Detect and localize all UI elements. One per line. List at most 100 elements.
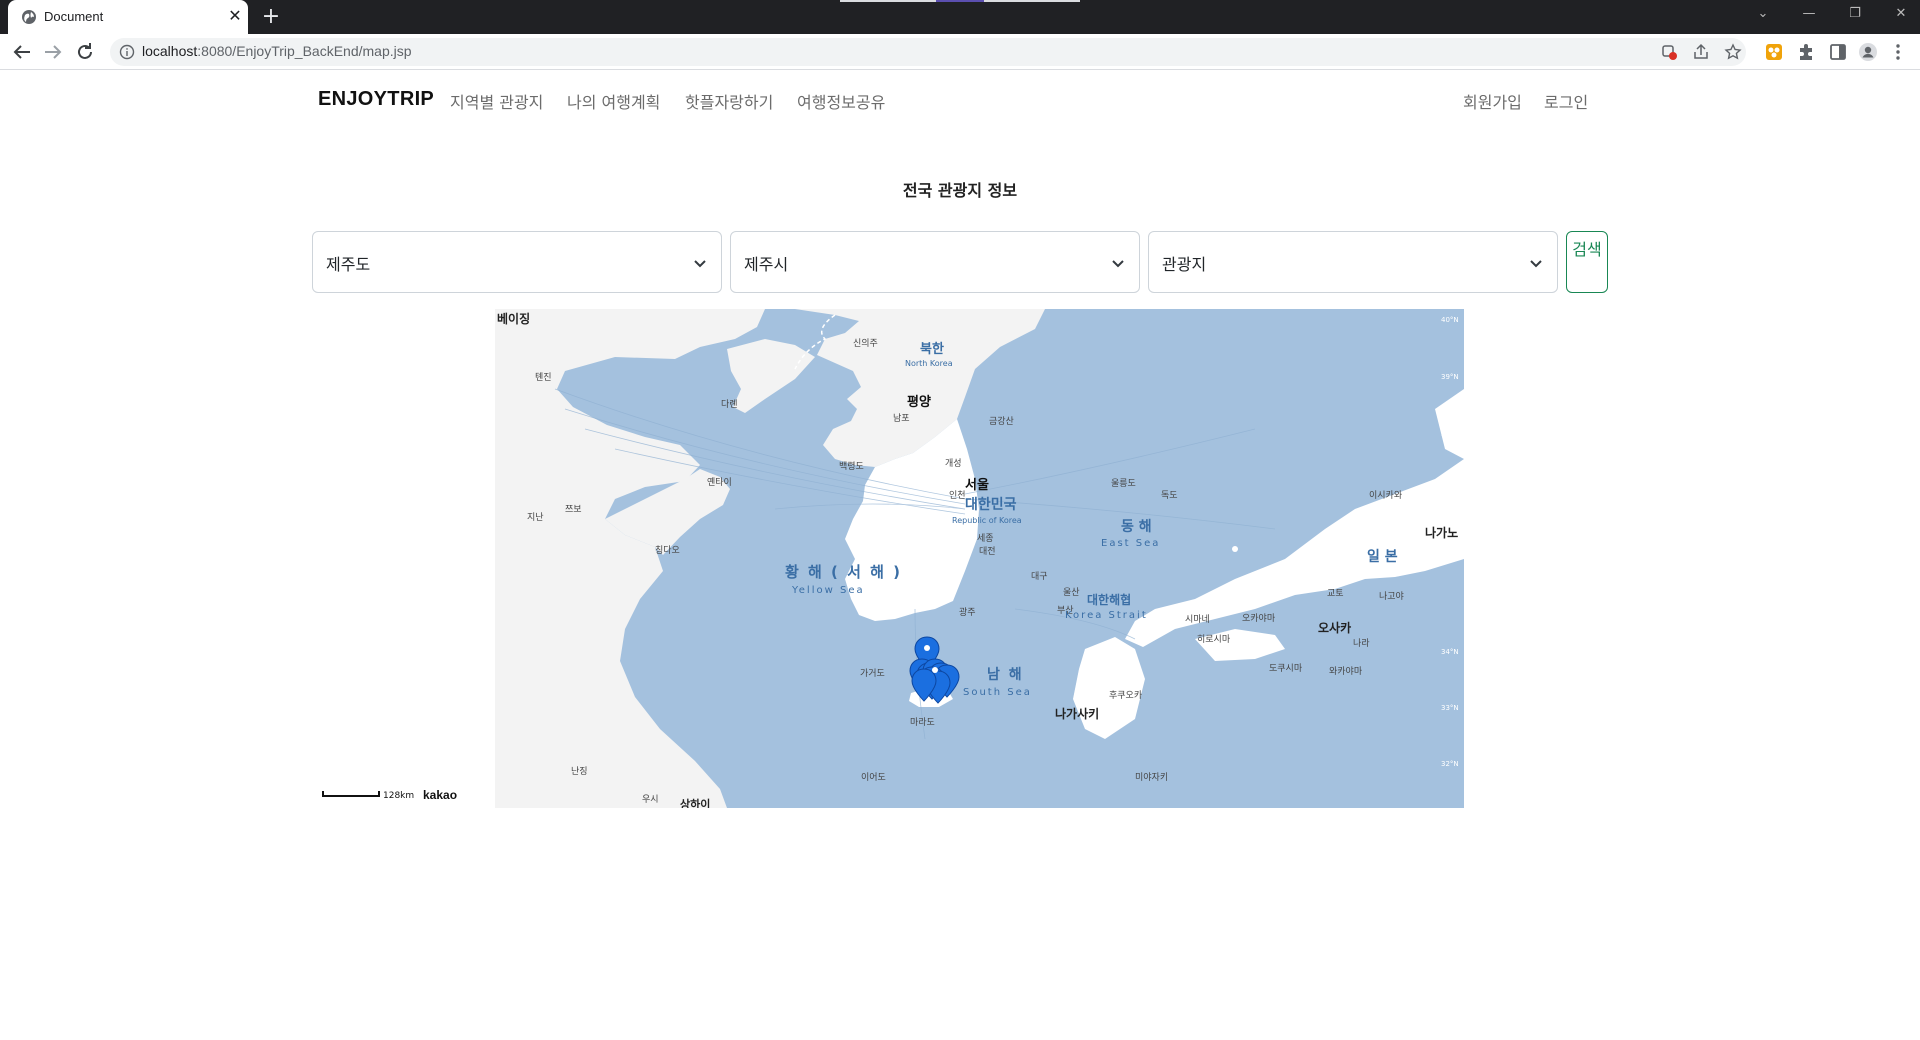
side-panel-icon[interactable]	[1828, 42, 1848, 62]
reload-icon[interactable]	[73, 40, 97, 64]
map-label: 쯔보	[565, 504, 582, 515]
map-label: 40°N	[1441, 316, 1459, 324]
bookmark-star-icon[interactable]	[1724, 43, 1742, 61]
map-label: 인천	[949, 490, 966, 501]
nav-link-my-plan[interactable]: 나의 여행계획	[567, 89, 660, 113]
map-label: 오사카	[1318, 620, 1351, 635]
back-icon[interactable]	[10, 40, 34, 64]
map-label: 이어도	[861, 772, 886, 783]
map-label: 후쿠오카	[1109, 690, 1142, 701]
land-japan-east	[1435, 389, 1464, 459]
nav-link-info-share[interactable]: 여행정보공유	[797, 89, 885, 113]
map-label: 대한민국	[965, 496, 1017, 513]
menu-kebab-icon[interactable]	[1888, 42, 1908, 62]
map-label: 남 해	[987, 666, 1024, 683]
category-select-value: 관광지	[1162, 255, 1207, 274]
map-label: 광주	[959, 606, 976, 618]
map-label: 가거도	[860, 668, 885, 679]
tab-strip-indicator	[936, 0, 984, 2]
tab-search-icon[interactable]: ⌄	[1740, 0, 1786, 30]
map-label: 개성	[945, 458, 962, 469]
land-china	[495, 309, 765, 808]
map-label: 대전	[979, 546, 996, 557]
browser-toolbar: localhost:8080/EnjoyTrip_BackEnd/map.jsp	[0, 34, 1920, 70]
info-icon[interactable]	[119, 44, 135, 60]
forward-icon[interactable]	[41, 40, 65, 64]
land-japan	[1125, 459, 1464, 647]
map-label: 38°N	[1441, 430, 1459, 438]
map-label: 신의주	[853, 338, 878, 349]
nav-link-region-attractions[interactable]: 지역별 관광지	[450, 89, 543, 113]
map-label: 우시	[642, 794, 659, 805]
extension-icon[interactable]	[1764, 42, 1784, 62]
new-tab-button[interactable]: +	[258, 4, 284, 30]
province-select[interactable]: 제주도	[312, 231, 722, 293]
blocked-popup-icon[interactable]	[1660, 43, 1678, 61]
browser-tab[interactable]: Document ✕	[8, 0, 248, 34]
map-label: 대구	[1031, 571, 1048, 582]
page-title: 전국 관광지 정보	[902, 181, 1018, 200]
map-label: 옌타이	[707, 477, 732, 488]
map-label: 나가사키	[1055, 706, 1099, 721]
land-ulleungdo	[1232, 546, 1238, 552]
map-label: 세종	[977, 533, 994, 544]
address-bar[interactable]: localhost:8080/EnjoyTrip_BackEnd/map.jsp	[110, 38, 1746, 66]
search-button[interactable]: 검색	[1566, 231, 1608, 293]
map-label: 동 해	[1121, 519, 1152, 535]
scale-bar	[322, 791, 380, 797]
map-label: 나가노	[1425, 525, 1458, 540]
map-label: 마라도	[910, 717, 935, 728]
restore-icon[interactable]: ❐	[1832, 0, 1878, 30]
category-select[interactable]: 관광지	[1148, 231, 1558, 293]
chevron-down-icon	[1112, 260, 1124, 268]
map-label: 서울	[965, 477, 989, 493]
map-label: Republic of Korea	[952, 516, 1022, 525]
close-tab-icon[interactable]: ✕	[226, 6, 244, 26]
map-label: 남포	[893, 413, 910, 424]
chevron-down-icon	[1530, 260, 1542, 268]
map-label: 일 본	[1367, 549, 1398, 565]
login-link[interactable]: 로그인	[1544, 89, 1588, 113]
globe-icon	[22, 10, 36, 24]
map-label: 난징	[571, 766, 588, 777]
kakao-map[interactable]: 베이징 톈진 다롄 신의주 북한 North Korea 평양 남포 금강산 개…	[495, 309, 1464, 808]
kakao-logo[interactable]: kakao	[423, 788, 457, 802]
map-label: 금강산	[989, 416, 1014, 427]
city-select[interactable]: 제주시	[730, 231, 1140, 293]
scale-label: 128km	[383, 791, 415, 801]
browser-tab-strip: Document ✕ + ⌄ — ❐ ✕	[0, 0, 1920, 34]
map-canvas: 베이징 톈진 다롄 신의주 북한 North Korea 평양 남포 금강산 개…	[495, 309, 1464, 808]
marker-cluster[interactable]	[909, 636, 960, 704]
profile-avatar-icon[interactable]	[1858, 42, 1878, 62]
brand-logo[interactable]: ENJOYTRIP	[318, 88, 434, 111]
chevron-down-icon	[694, 260, 706, 268]
map-label: 북한	[920, 341, 944, 357]
tab-strip-indicator	[840, 0, 936, 2]
close-window-icon[interactable]: ✕	[1878, 0, 1920, 30]
signup-link[interactable]: 회원가입	[1463, 89, 1522, 113]
map-label: 독도	[1161, 490, 1178, 501]
puzzle-icon[interactable]	[1796, 42, 1816, 62]
map-label: Yellow Sea	[791, 585, 865, 596]
map-label: 도쿠시마	[1269, 663, 1303, 674]
minimize-icon[interactable]: —	[1786, 0, 1832, 30]
map-label: East Sea	[1101, 538, 1160, 549]
map-label: 칭다오	[655, 545, 680, 556]
map-label: South Sea	[963, 687, 1032, 698]
map-label: 오카야마	[1242, 613, 1276, 624]
map-label: Korea Strait	[1065, 610, 1148, 621]
map-label: 나라	[1353, 638, 1370, 649]
map-label: 지난	[527, 512, 544, 523]
map-label: 울산	[1063, 587, 1080, 598]
land-liaodong	[727, 339, 815, 413]
map-label: 톈진	[535, 372, 552, 383]
url-text: localhost:8080/EnjoyTrip_BackEnd/map.jsp	[142, 43, 412, 59]
map-label: 평양	[907, 394, 931, 410]
map-label: 이시카와	[1369, 489, 1402, 501]
nav-link-hotplace[interactable]: 핫플자랑하기	[685, 89, 773, 113]
city-select-value: 제주시	[744, 255, 789, 274]
map-label: 32°N	[1441, 760, 1459, 768]
map-label: 39°N	[1441, 373, 1459, 381]
share-icon[interactable]	[1692, 43, 1710, 61]
map-label: 울릉도	[1111, 478, 1136, 489]
